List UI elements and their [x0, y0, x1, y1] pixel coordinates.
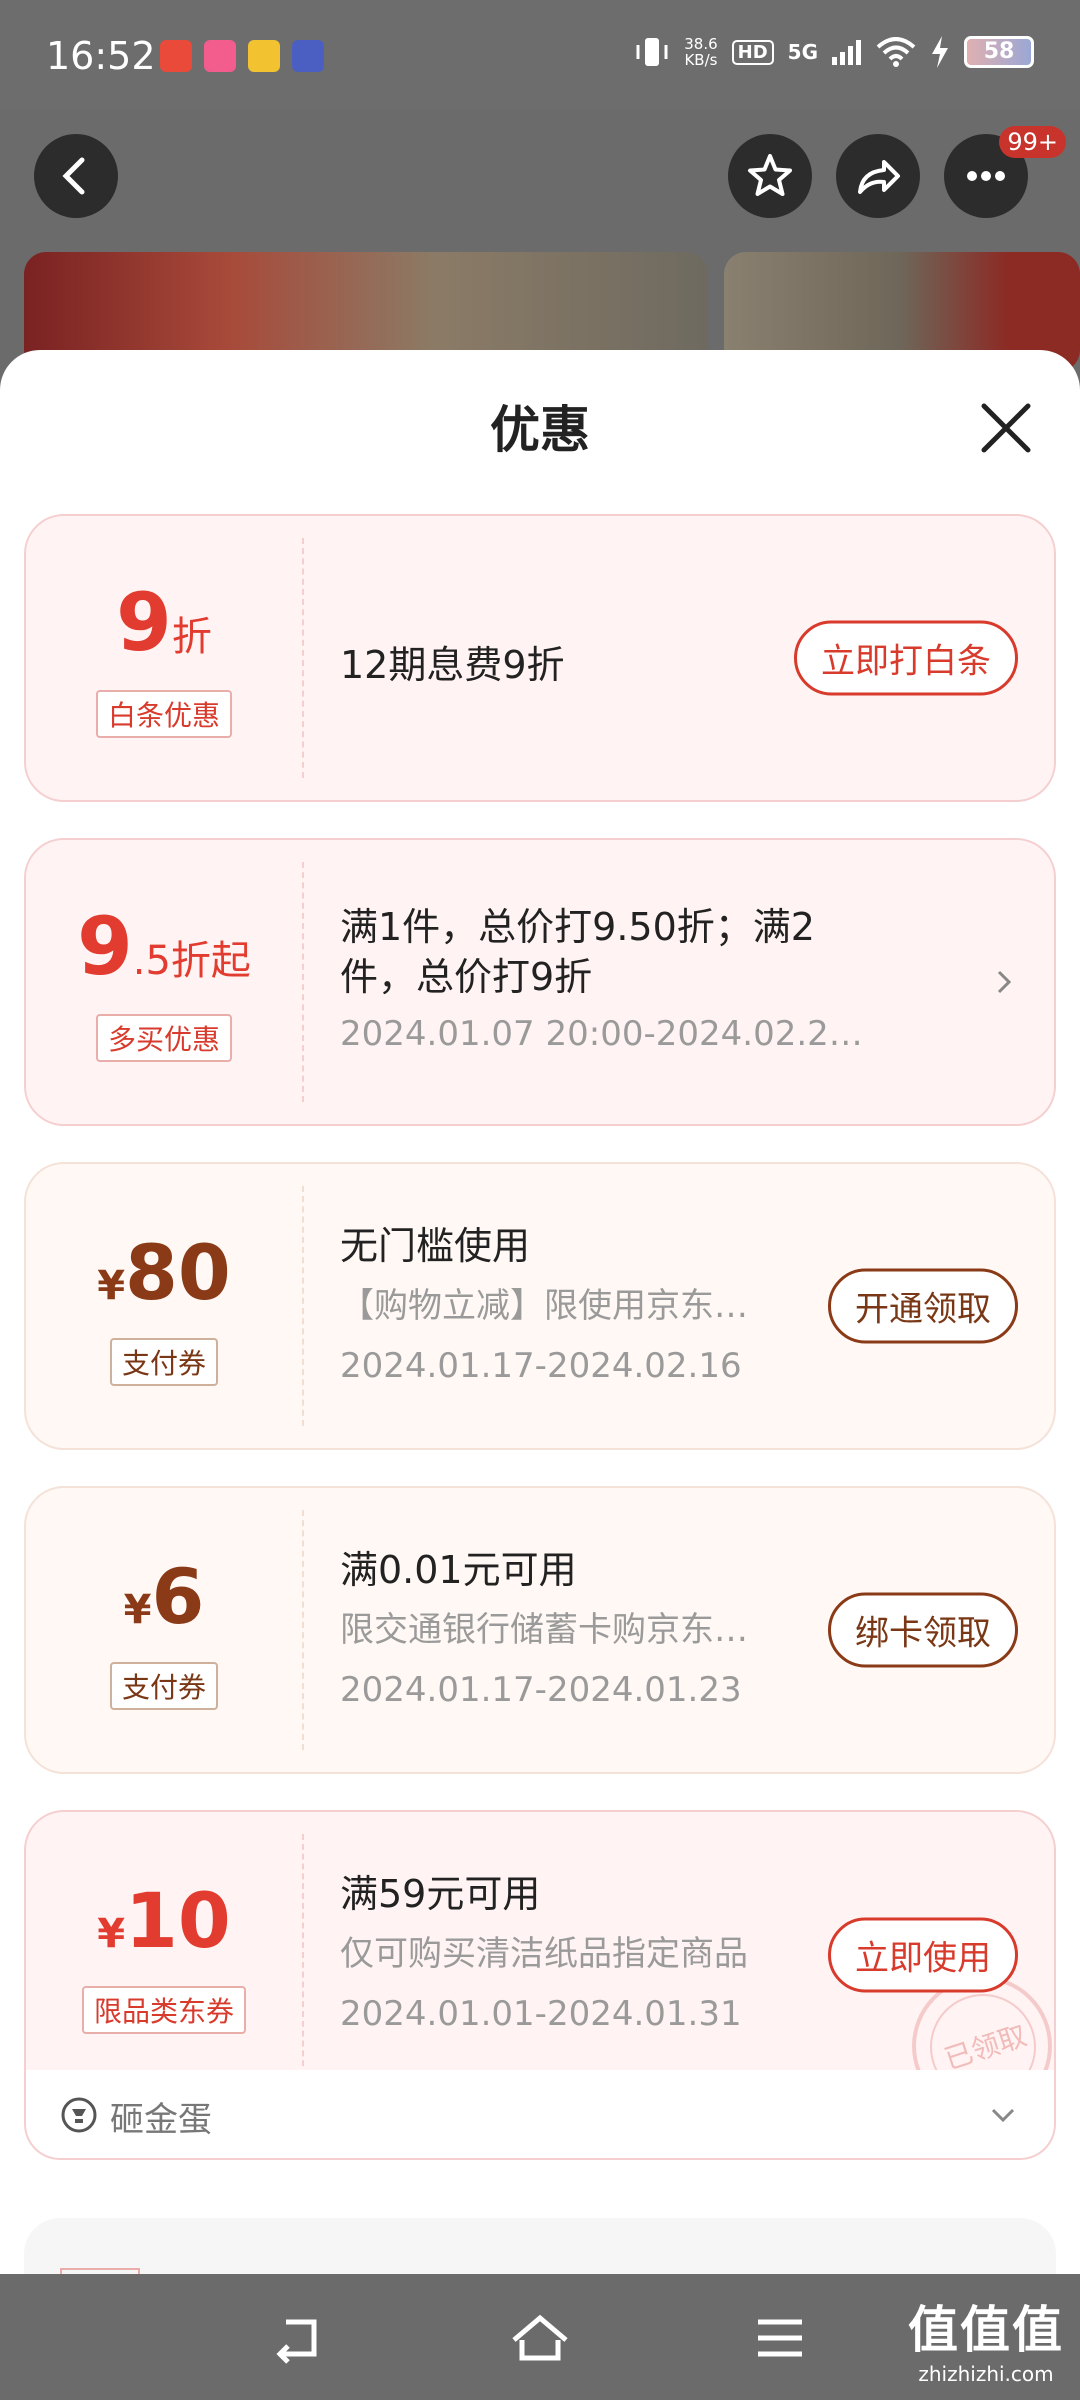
- signal-icon: [832, 40, 861, 65]
- bind-card-claim-button[interactable]: 绑卡领取: [828, 1592, 1018, 1668]
- offer-card-multi-buy[interactable]: 9.5折起 多买优惠 满1件，总价打9.50折；满2 件，总价打9折 2024.…: [24, 838, 1056, 1126]
- offer-value-area: ¥10 限品类东券: [26, 1812, 302, 2098]
- offer-discount: 9.5折起: [26, 900, 302, 993]
- open-and-claim-button[interactable]: 开通领取: [828, 1268, 1018, 1344]
- baitiao-pay-button[interactable]: 立即打白条: [794, 620, 1018, 696]
- share-button[interactable]: [836, 134, 920, 218]
- vibrate-icon: [636, 38, 668, 66]
- offer-value-area: 9.5折起 多买优惠: [26, 840, 302, 1124]
- discount-unit: 折: [171, 614, 212, 660]
- card-divider: [302, 538, 304, 778]
- card-divider: [302, 1834, 304, 2076]
- golden-egg-row[interactable]: 砸金蛋: [24, 2070, 1056, 2160]
- offer-tag: 多买优惠: [95, 1014, 233, 1062]
- net-speed-value: 38.6: [684, 35, 718, 53]
- offer-date: 2024.01.17-2024.01.23: [340, 1670, 742, 1710]
- offer-tag: 白条优惠: [95, 690, 233, 738]
- watermark-url: zhizhizhi.com: [918, 2362, 1054, 2386]
- offers-sheet: 优惠 9折 白条优惠 12期息费9折 立即打白条 9.5折起 多买优惠 满1件，…: [0, 350, 1080, 2275]
- coupon-amount: ¥10: [26, 1876, 302, 1965]
- system-nav-bar: 值值值 zhizhizhi.com: [0, 2274, 1080, 2400]
- golden-egg-icon: [61, 2097, 97, 2133]
- favorite-button[interactable]: [728, 134, 812, 218]
- charging-icon: [932, 36, 948, 68]
- network-type: 5G: [787, 40, 818, 64]
- discount-number: 9: [116, 576, 172, 669]
- offer-card-category-coupon[interactable]: ¥10 限品类东券 满59元可用 仅可购买清洁纸品指定商品 2024.01.01…: [24, 1810, 1056, 2098]
- discount-unit: .5折起: [132, 938, 251, 984]
- offer-body: 满1件，总价打9.50折；满2 件，总价打9折 2024.01.07 20:00…: [340, 902, 964, 1054]
- offer-value-area: ¥80 支付券: [26, 1164, 302, 1448]
- offer-desc: 仅可购买清洁纸品指定商品: [340, 1934, 748, 1974]
- offer-tag: 支付券: [109, 1338, 219, 1386]
- golden-egg-label: 砸金蛋: [110, 2100, 212, 2140]
- next-offer-card[interactable]: [24, 2218, 1056, 2275]
- offer-tag: 支付券: [109, 1662, 219, 1710]
- offer-desc: 限交通银行储蓄卡购京东…: [340, 1610, 748, 1650]
- currency-symbol: ¥: [97, 1263, 126, 1309]
- coupon-amount: ¥80: [26, 1228, 302, 1317]
- offer-date: 2024.01.01-2024.01.31: [340, 1994, 742, 2034]
- use-now-button[interactable]: 立即使用: [828, 1917, 1018, 1993]
- offer-discount: 9折: [26, 576, 302, 669]
- card-divider: [302, 1186, 304, 1426]
- offer-body: 满59元可用 仅可购买清洁纸品指定商品 2024.01.01-2024.01.3…: [340, 1864, 804, 2044]
- offer-title-line2: 件，总价打9折: [340, 955, 593, 999]
- offer-body: 满0.01元可用 限交通银行储蓄卡购京东… 2024.01.17-2024.01…: [340, 1540, 804, 1720]
- product-header: 99+: [0, 110, 1080, 250]
- offer-tag: 限品类东券: [81, 1986, 247, 2034]
- status-bar: 16:52 38.6 KB/s HD 5G 58: [0, 0, 1080, 110]
- menu-nav-icon[interactable]: [750, 2310, 810, 2366]
- offer-desc: 【购物立减】限使用京东…: [340, 1286, 748, 1326]
- star-icon: [748, 154, 792, 196]
- app-notification-icon: [292, 40, 324, 72]
- offer-date: 2024.01.17-2024.02.16: [340, 1346, 742, 1386]
- back-nav-icon[interactable]: [270, 2310, 330, 2366]
- offer-body: 无门槛使用 【购物立减】限使用京东… 2024.01.17-2024.02.16: [340, 1216, 804, 1396]
- offer-value-area: 9折 白条优惠: [26, 516, 302, 800]
- coupon-value: 6: [151, 1552, 205, 1641]
- discount-number: 9: [77, 900, 133, 993]
- chevron-right-icon[interactable]: [990, 968, 1018, 996]
- notification-icons: [160, 40, 324, 72]
- offer-title-line1: 满1件，总价打9.50折；满2: [340, 905, 815, 949]
- coupon-amount: ¥6: [26, 1552, 302, 1641]
- back-button[interactable]: [34, 134, 118, 218]
- coupon-value: 80: [125, 1228, 231, 1317]
- currency-symbol: ¥: [97, 1911, 126, 1957]
- wifi-icon: [876, 37, 916, 67]
- watermark-logo-text: 值值值: [908, 2301, 1064, 2359]
- offer-title: 满0.01元可用: [340, 1548, 577, 1592]
- net-speed-unit: KB/s: [684, 51, 718, 69]
- offer-card-payment-coupon[interactable]: ¥6 支付券 满0.01元可用 限交通银行储蓄卡购京东… 2024.01.17-…: [24, 1486, 1056, 1774]
- share-icon: [858, 160, 900, 194]
- home-nav-icon[interactable]: [510, 2310, 570, 2366]
- currency-symbol: ¥: [123, 1587, 152, 1633]
- back-arrow-icon: [62, 157, 85, 195]
- chevron-down-icon[interactable]: [988, 2100, 1018, 2130]
- site-watermark: 值值值 zhizhizhi.com: [908, 2290, 1064, 2386]
- offer-value-area: ¥6 支付券: [26, 1488, 302, 1772]
- app-notification-icon: [160, 40, 192, 72]
- offer-title: 无门槛使用: [340, 1224, 531, 1268]
- net-speed: 38.6 KB/s: [684, 36, 717, 68]
- status-indicators: 38.6 KB/s HD 5G 58: [634, 36, 1034, 68]
- hd-badge: HD: [731, 39, 774, 65]
- card-divider: [302, 862, 304, 1102]
- coupon-value: 10: [125, 1876, 231, 1965]
- close-icon: [981, 403, 1031, 453]
- status-time: 16:52: [46, 34, 156, 78]
- offer-title: 满59元可用: [340, 1872, 541, 1916]
- offer-card-payment-coupon[interactable]: ¥80 支付券 无门槛使用 【购物立减】限使用京东… 2024.01.17-20…: [24, 1162, 1056, 1450]
- sheet-title: 优惠: [490, 401, 590, 459]
- app-notification-icon: [248, 40, 280, 72]
- app-notification-icon: [204, 40, 236, 72]
- offer-date: 2024.01.07 20:00-2024.02.2…: [340, 1014, 863, 1054]
- close-button[interactable]: [978, 400, 1034, 456]
- battery-indicator: 58: [964, 36, 1034, 68]
- card-divider: [302, 1510, 304, 1750]
- offer-card-baitiao[interactable]: 9折 白条优惠 12期息费9折 立即打白条: [24, 514, 1056, 802]
- message-count-badge: 99+: [999, 126, 1066, 158]
